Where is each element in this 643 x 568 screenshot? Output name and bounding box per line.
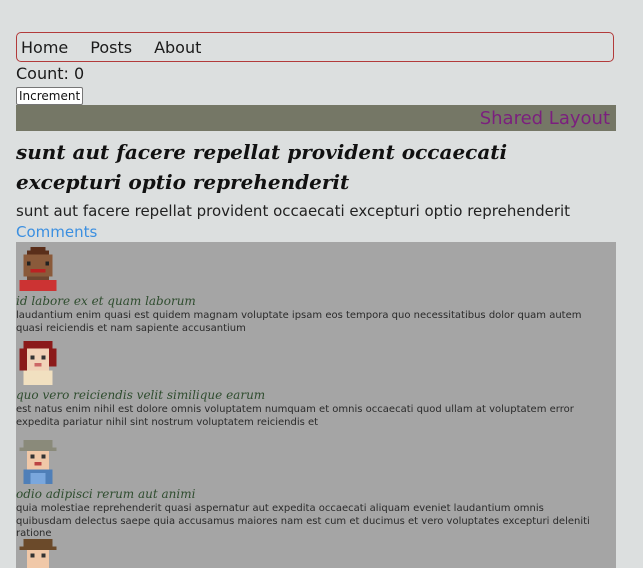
avatar-icon <box>19 440 57 484</box>
comment-item: quo vero reiciendis velit similique earu… <box>16 341 616 429</box>
top-navigation: Home Posts About <box>16 32 614 62</box>
comment-body: quia molestiae reprehenderit quasi asper… <box>16 503 590 539</box>
post-title: sunt aut facere repellat provident occae… <box>16 140 508 194</box>
avatar-icon <box>19 341 57 385</box>
comment-body: est natus enim nihil est dolore omnis vo… <box>16 404 574 428</box>
comments-link[interactable]: Comments <box>16 223 97 241</box>
post-body: sunt aut facere repellat provident occae… <box>16 202 571 220</box>
comment-name: odio adipisci rerum aut animi <box>16 487 196 501</box>
nav-link-home[interactable]: Home <box>21 38 68 57</box>
shared-layout-banner: Shared Layout <box>16 105 616 131</box>
nav-link-posts[interactable]: Posts <box>90 38 132 57</box>
comment-item <box>16 539 616 568</box>
comment-name: id labore ex et quam laborum <box>16 294 196 308</box>
comment-name: quo vero reiciendis velit similique earu… <box>16 388 266 402</box>
comment-item: odio adipisci rerum aut animi quia moles… <box>16 440 616 541</box>
nav-link-about[interactable]: About <box>154 38 201 57</box>
avatar-icon <box>19 247 57 291</box>
comment-body: laudantium enim quasi est quidem magnam … <box>16 310 582 334</box>
shared-layout-label: Shared Layout <box>479 107 610 129</box>
count-display: Count: 0 <box>16 64 85 83</box>
comment-item: id labore ex et quam laborum laudantium … <box>16 247 616 335</box>
comments-list: id labore ex et quam laborum laudantium … <box>16 242 616 568</box>
avatar-icon <box>19 539 57 568</box>
increment-button[interactable]: Increment <box>16 87 84 105</box>
